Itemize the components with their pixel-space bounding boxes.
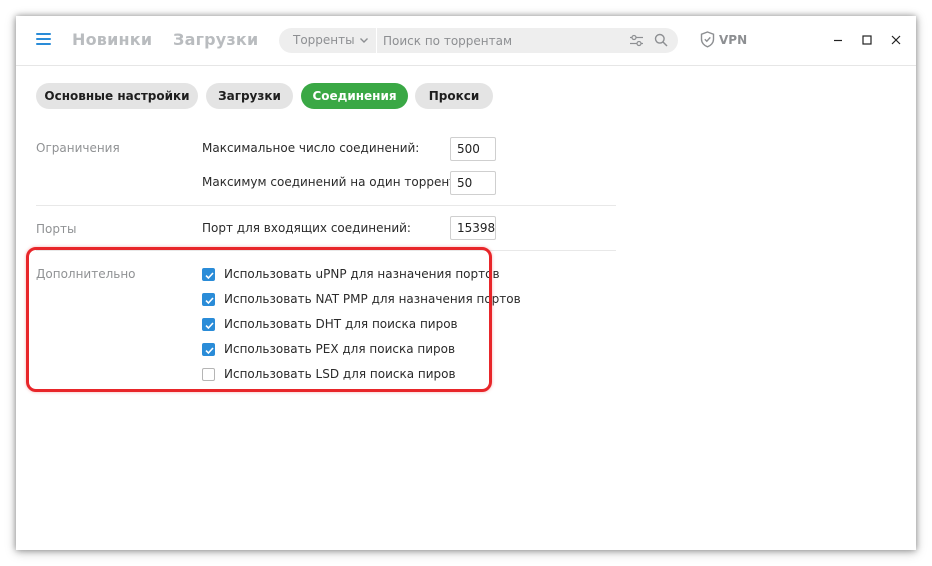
search-scope-select[interactable]: Торренты xyxy=(293,33,355,47)
max-connections-input[interactable] xyxy=(450,137,496,161)
vpn-label: VPN xyxy=(719,33,748,47)
max-per-torrent-label: Максимум соединений на один торрент: xyxy=(202,175,461,189)
search-bar: Торренты xyxy=(279,28,678,53)
section-title-advanced: Дополнительно xyxy=(36,267,136,281)
minimize-icon[interactable] xyxy=(831,33,845,47)
close-icon[interactable] xyxy=(889,33,903,47)
incoming-port-input[interactable] xyxy=(450,216,496,240)
section-title-limits: Ограничения xyxy=(36,141,120,155)
option-label: Использовать NAT PMP для назначения порт… xyxy=(224,292,521,306)
tab-downloads[interactable]: Загрузки xyxy=(206,83,293,109)
section-title-ports: Порты xyxy=(36,222,77,236)
checkbox-nat-pmp[interactable] xyxy=(202,293,215,306)
search-divider xyxy=(376,28,377,53)
option-label: Использовать LSD для поиска пиров xyxy=(224,367,456,381)
nav-downloads[interactable]: Загрузки xyxy=(173,30,258,49)
option-label: Использовать PEX для поиска пиров xyxy=(224,342,456,356)
search-icon[interactable] xyxy=(654,33,668,47)
checkbox-upnp[interactable] xyxy=(202,268,215,281)
nav-new-releases[interactable]: Новинки xyxy=(72,30,152,49)
max-per-torrent-input[interactable] xyxy=(450,171,496,195)
filter-sliders-icon[interactable] xyxy=(629,34,644,47)
hamburger-menu-icon[interactable] xyxy=(36,33,51,46)
option-label: Использовать DHT для поиска пиров xyxy=(224,317,458,331)
checkbox-lsd[interactable] xyxy=(202,368,215,381)
title-bar: Новинки Загрузки Торренты Поиск по торре… xyxy=(16,16,916,66)
maximize-icon[interactable] xyxy=(860,33,874,47)
incoming-port-label: Порт для входящих соединений: xyxy=(202,221,411,235)
shield-check-icon xyxy=(700,31,715,48)
section-divider xyxy=(36,205,616,206)
checkbox-pex[interactable] xyxy=(202,343,215,356)
chevron-down-icon[interactable] xyxy=(358,34,370,46)
option-label: Использовать uPNP для назначения портов xyxy=(224,267,500,281)
tab-proxy[interactable]: Прокси xyxy=(415,83,493,109)
max-connections-label: Максимальное число соединений: xyxy=(202,141,420,155)
search-input[interactable] xyxy=(383,31,619,50)
tab-connections[interactable]: Соединения xyxy=(301,83,408,109)
section-divider xyxy=(36,250,616,251)
app-window: Новинки Загрузки Торренты Поиск по торре… xyxy=(16,16,916,550)
checkbox-dht[interactable] xyxy=(202,318,215,331)
tab-general-settings[interactable]: Основные настройки xyxy=(36,83,198,109)
